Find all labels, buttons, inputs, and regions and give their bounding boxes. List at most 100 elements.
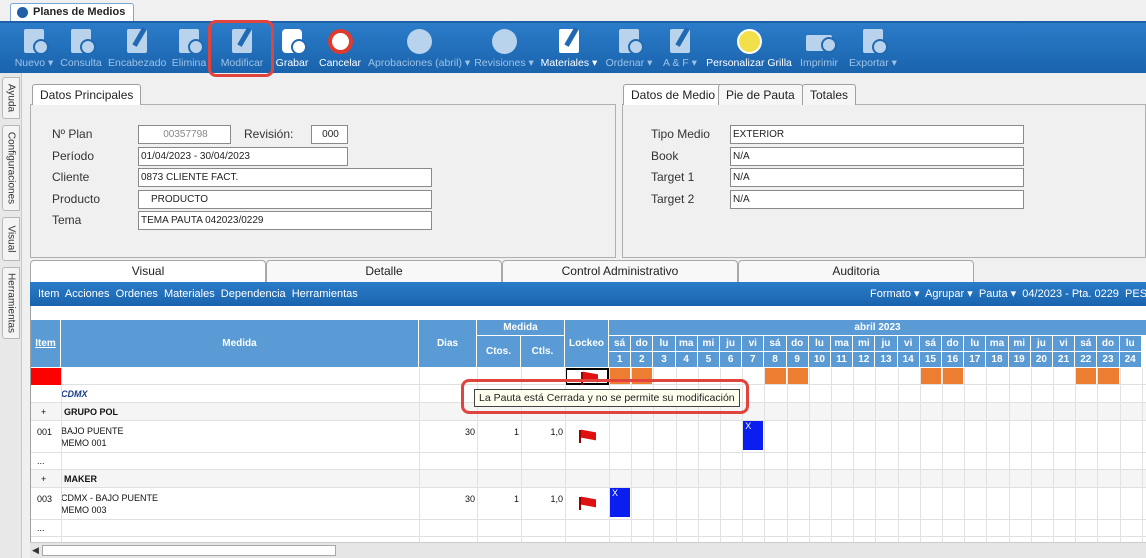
table-row[interactable]: 001 BAJO PUENTE MEMO 001 30 1 1,0 X — [31, 421, 1146, 453]
tipo-medio-field[interactable]: EXTERIOR — [730, 125, 1024, 144]
header-button[interactable]: Encabezado — [108, 23, 166, 73]
horizontal-scrollbar[interactable]: ◀ — [30, 542, 1146, 558]
tab-pie-pauta[interactable]: Pie de Pauta — [718, 84, 803, 105]
periodo-field[interactable]: 01/04/2023 - 30/04/2023 — [138, 147, 348, 166]
order-button[interactable]: Ordenar ▾ — [604, 23, 654, 73]
day-number-header[interactable]: 12 — [853, 352, 876, 368]
cancel-button[interactable]: Cancelar — [318, 23, 362, 73]
new-button[interactable]: Nuevo ▾ — [14, 23, 54, 73]
materials-button[interactable]: Materiales ▾ — [540, 23, 598, 73]
af-button[interactable]: A & F ▾ — [660, 23, 700, 73]
tab-detalle[interactable]: Detalle — [266, 260, 502, 282]
book-label: Book — [651, 149, 679, 163]
revision-field[interactable]: 000 — [311, 125, 348, 144]
day-number-header[interactable]: 16 — [942, 352, 965, 368]
book-field[interactable]: N/A — [730, 147, 1024, 166]
side-tabs: Ayuda Configuraciones Visual Herramienta… — [0, 73, 22, 558]
col-dias-header[interactable]: Dias — [419, 320, 477, 368]
day-number-header[interactable]: 17 — [964, 352, 987, 368]
day-number-header[interactable]: 1 — [609, 352, 632, 368]
table-row[interactable]: + MAKER — [31, 470, 1146, 488]
ctls-value: 1,0 — [550, 427, 563, 437]
col-ctls-header[interactable]: Ctls. — [521, 336, 565, 368]
target1-field[interactable]: N/A — [730, 168, 1024, 187]
grid-line — [964, 368, 966, 542]
schedule-grid: Item Medida Dias Medida Ctos. Ctls. Lock… — [30, 306, 1146, 542]
day-number-header[interactable]: 8 — [764, 352, 787, 368]
side-tab-label: Configuraciones — [5, 131, 17, 205]
col-medida-header[interactable]: Medida — [61, 320, 419, 368]
day-name-header: ju — [1030, 336, 1053, 352]
row-selector[interactable] — [31, 368, 61, 385]
day-name-header: ma — [675, 336, 698, 352]
day-number-header[interactable]: 2 — [631, 352, 654, 368]
expander[interactable]: + — [41, 474, 46, 484]
plan-field[interactable]: 00357798 — [138, 125, 231, 144]
spot-mark[interactable]: X — [610, 488, 631, 517]
revisions-button[interactable]: Revisiones ▾ — [474, 23, 534, 73]
table-row[interactable]: 003 CDMX - BAJO PUENTE MEMO 003 30 1 1,0… — [31, 488, 1146, 520]
day-number-header[interactable]: 15 — [919, 352, 942, 368]
window-tab[interactable]: Planes de Medios — [10, 3, 135, 21]
day-number-header[interactable]: 3 — [653, 352, 676, 368]
day-number-header[interactable]: 19 — [1008, 352, 1031, 368]
day-number-header[interactable]: 11 — [831, 352, 854, 368]
day-name-header: ju — [875, 336, 898, 352]
tema-field[interactable]: TEMA PAUTA 042023/0229 — [138, 211, 432, 230]
table-row[interactable]: ... — [31, 520, 1146, 537]
expander[interactable]: + — [41, 407, 46, 417]
day-number-header[interactable]: 14 — [897, 352, 920, 368]
side-tab-config[interactable]: Configuraciones — [2, 125, 20, 211]
tab-totales[interactable]: Totales — [802, 84, 857, 105]
day-number-header[interactable]: 5 — [697, 352, 720, 368]
col-item-header[interactable]: Item — [31, 320, 61, 368]
side-tab-help[interactable]: Ayuda — [2, 77, 20, 119]
dias-value: 30 — [464, 494, 475, 504]
save-button[interactable]: Grabar — [274, 23, 310, 73]
grid-menu-left[interactable]: Item Acciones Ordenes Materiales Depende… — [38, 282, 358, 306]
tab-auditoria[interactable]: Auditoria — [738, 260, 974, 282]
day-number-header[interactable]: 21 — [1053, 352, 1076, 368]
day-number-header[interactable]: 22 — [1075, 352, 1098, 368]
export-button[interactable]: Exportar ▾ — [846, 23, 900, 73]
tab-label: Totales — [810, 88, 849, 102]
cliente-field[interactable]: 0873 CLIENTE FACT. — [138, 168, 432, 187]
day-number-header[interactable]: 10 — [808, 352, 831, 368]
side-tab-visual[interactable]: Visual — [2, 217, 20, 261]
day-number-header[interactable]: 18 — [986, 352, 1009, 368]
day-number-header[interactable]: 7 — [742, 352, 765, 368]
day-number-header[interactable]: 9 — [786, 352, 809, 368]
tab-control-administrativo[interactable]: Control Administrativo — [502, 260, 738, 282]
day-number-header[interactable]: 20 — [1030, 352, 1053, 368]
grid-line — [786, 368, 788, 542]
table-row[interactable]: ... — [31, 453, 1146, 470]
scroll-left-icon[interactable]: ◀ — [32, 545, 39, 556]
col-lockeo-header[interactable]: Lockeo — [565, 320, 609, 368]
day-number-header[interactable]: 23 — [1097, 352, 1120, 368]
query-button[interactable]: Consulta — [60, 23, 102, 73]
customize-grid-button[interactable]: Personalizar Grilla — [706, 23, 792, 73]
medida-memo: MEMO 001 — [61, 438, 107, 448]
day-number-header[interactable]: 13 — [875, 352, 898, 368]
side-tab-tools[interactable]: Herramientas — [2, 267, 20, 339]
tab-datos-medio[interactable]: Datos de Medio — [623, 84, 724, 105]
col-ctos-header[interactable]: Ctos. — [477, 336, 521, 368]
print-button[interactable]: Imprimir — [798, 23, 840, 73]
day-name-header: lu — [808, 336, 831, 352]
tab-label: Auditoria — [832, 264, 880, 278]
grid-line — [1119, 368, 1121, 542]
tab-datos-principales[interactable]: Datos Principales — [32, 84, 142, 105]
producto-field[interactable]: PRODUCTO — [138, 190, 432, 209]
day-number-header[interactable]: 6 — [720, 352, 743, 368]
tab-visual[interactable]: Visual — [30, 260, 266, 282]
scroll-thumb[interactable] — [42, 545, 336, 556]
delete-button[interactable]: Elimina — [171, 23, 207, 73]
target2-field[interactable]: N/A — [730, 190, 1024, 209]
grid-menu-right[interactable]: Formato ▾ Agrupar ▾ Pauta ▾ 04/2023 - Pt… — [870, 282, 1146, 306]
approvals-button[interactable]: Aprobaciones (abril) ▾ — [368, 23, 470, 73]
grid-line — [1141, 368, 1143, 542]
day-number-header[interactable]: 4 — [675, 352, 698, 368]
spot-mark[interactable]: X — [743, 421, 764, 450]
day-number-header[interactable]: 24 — [1119, 352, 1142, 368]
flag-icon — [579, 430, 597, 443]
